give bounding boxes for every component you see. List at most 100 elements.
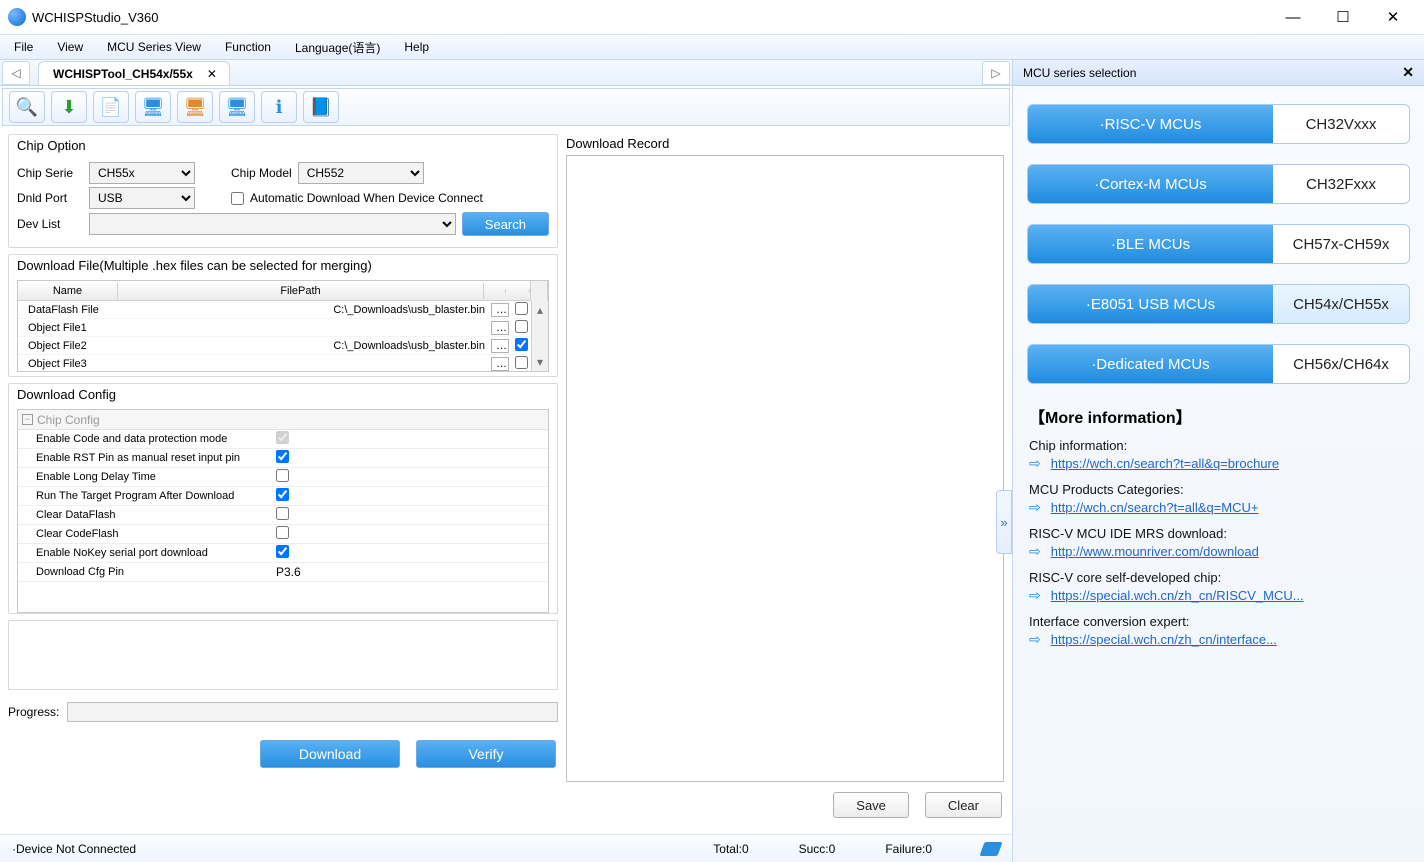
toolbar-download-icon[interactable]: ⬇ bbox=[51, 91, 87, 123]
menu-language[interactable]: Language(语言) bbox=[285, 37, 390, 58]
collapse-icon[interactable]: − bbox=[22, 414, 33, 425]
config-table: − Chip Config Enable Code and data prote… bbox=[17, 409, 549, 613]
file-row-path bbox=[118, 363, 489, 365]
mcu-panel-close-icon[interactable]: ✕ bbox=[1402, 64, 1414, 81]
chip-serie-select[interactable]: CH55x bbox=[89, 162, 195, 184]
config-label: Clear DataFlash bbox=[36, 509, 276, 521]
toolbar-verify-icon[interactable]: 📄 bbox=[93, 91, 129, 123]
link-arrow-icon: ⇨ bbox=[1029, 631, 1041, 648]
download-record-box bbox=[566, 155, 1004, 782]
info-link[interactable]: https://wch.cn/search?t=all&q=brochure bbox=[1051, 456, 1279, 471]
config-checkbox[interactable] bbox=[276, 526, 289, 539]
save-button[interactable]: Save bbox=[833, 792, 909, 818]
file-scrollbar[interactable]: ▴▾ bbox=[531, 301, 548, 371]
mcu-panel-title: MCU series selection bbox=[1023, 66, 1136, 80]
file-row-checkbox[interactable] bbox=[515, 320, 528, 333]
chip-model-label: Chip Model bbox=[231, 166, 292, 180]
toolbar-info-icon[interactable]: ℹ bbox=[261, 91, 297, 123]
dnld-port-select[interactable]: USB bbox=[89, 187, 195, 209]
info-link-block: MCU Products Categories: ⇨ http://wch.cn… bbox=[1029, 482, 1408, 516]
file-browse-button[interactable]: … bbox=[491, 357, 509, 371]
toolbar-book-icon[interactable]: 📘 bbox=[303, 91, 339, 123]
file-row[interactable]: Object File3 … bbox=[18, 355, 548, 372]
tab-next-button[interactable]: ▷ bbox=[982, 61, 1010, 85]
info-link-block: Interface conversion expert: ⇨ https://s… bbox=[1029, 614, 1408, 648]
toolbar-import-icon[interactable]: 🖥 bbox=[219, 91, 255, 123]
info-link-block: RISC-V core self-developed chip: ⇨ https… bbox=[1029, 570, 1408, 604]
menu-help[interactable]: Help bbox=[394, 38, 439, 56]
config-checkbox[interactable] bbox=[276, 488, 289, 501]
mcu-series-item[interactable]: ·Dedicated MCUsCH56x/CH64x bbox=[1027, 344, 1410, 384]
config-row: Enable NoKey serial port download bbox=[18, 544, 548, 563]
file-row-path bbox=[118, 327, 489, 329]
config-checkbox[interactable] bbox=[276, 545, 289, 558]
progress-label: Progress: bbox=[8, 705, 59, 719]
mcu-series-item[interactable]: ·Cortex-M MCUsCH32Fxxx bbox=[1027, 164, 1410, 204]
file-browse-button[interactable]: … bbox=[491, 339, 509, 353]
chip-model-select[interactable]: CH552 bbox=[298, 162, 424, 184]
link-arrow-icon: ⇨ bbox=[1029, 499, 1041, 516]
status-total: Total:0 bbox=[713, 842, 748, 856]
status-succ: Succ:0 bbox=[799, 842, 836, 856]
config-row: Enable Code and data protection mode bbox=[18, 430, 548, 449]
toolbar-search-icon[interactable]: 🔍 bbox=[9, 91, 45, 123]
link-arrow-icon: ⇨ bbox=[1029, 455, 1041, 472]
info-link[interactable]: http://wch.cn/search?t=all&q=MCU+ bbox=[1051, 500, 1259, 515]
info-link[interactable]: http://www.mounriver.com/download bbox=[1051, 544, 1259, 559]
mcu-series-item[interactable]: ·RISC-V MCUsCH32Vxxx bbox=[1027, 104, 1410, 144]
app-icon bbox=[8, 8, 26, 26]
config-label: Download Cfg Pin bbox=[36, 566, 276, 578]
menu-function[interactable]: Function bbox=[215, 38, 281, 56]
file-row-checkbox[interactable] bbox=[515, 302, 528, 315]
tab-close-icon[interactable]: ✕ bbox=[203, 67, 221, 81]
config-label: Run The Target Program After Download bbox=[36, 490, 276, 502]
config-label: Clear CodeFlash bbox=[36, 528, 276, 540]
config-checkbox[interactable] bbox=[276, 450, 289, 463]
toolbar-export-icon[interactable]: 🖥 bbox=[177, 91, 213, 123]
auto-download-checkbox[interactable] bbox=[231, 192, 244, 205]
file-row[interactable]: Object File1 … bbox=[18, 319, 548, 337]
info-link[interactable]: https://special.wch.cn/zh_cn/interface..… bbox=[1051, 632, 1277, 647]
search-button[interactable]: Search bbox=[462, 212, 549, 236]
config-value: P3.6 bbox=[276, 565, 306, 579]
config-label: Enable NoKey serial port download bbox=[36, 547, 276, 559]
config-group-header[interactable]: − Chip Config bbox=[18, 410, 548, 430]
config-checkbox[interactable] bbox=[276, 431, 289, 444]
link-arrow-icon: ⇨ bbox=[1029, 543, 1041, 560]
config-row: Clear CodeFlash bbox=[18, 525, 548, 544]
config-checkbox[interactable] bbox=[276, 507, 289, 520]
file-row-checkbox[interactable] bbox=[515, 356, 528, 369]
eraser-icon[interactable] bbox=[979, 842, 1002, 856]
file-row-name: Object File3 bbox=[18, 357, 118, 371]
file-row-path: C:\_Downloads\usb_blaster.bin bbox=[118, 339, 489, 353]
dev-list-select[interactable] bbox=[89, 213, 456, 235]
close-button[interactable]: ✕ bbox=[1370, 2, 1416, 32]
toolbar-refresh-icon[interactable]: 🖥 bbox=[135, 91, 171, 123]
file-row[interactable]: DataFlash File C:\_Downloads\usb_blaster… bbox=[18, 301, 548, 319]
mcu-series-item[interactable]: ·BLE MCUsCH57x-CH59x bbox=[1027, 224, 1410, 264]
menu-view[interactable]: View bbox=[47, 38, 93, 56]
download-button[interactable]: Download bbox=[260, 740, 400, 768]
config-row: Enable RST Pin as manual reset input pin bbox=[18, 449, 548, 468]
verify-button[interactable]: Verify bbox=[416, 740, 556, 768]
info-link[interactable]: https://special.wch.cn/zh_cn/RISCV_MCU..… bbox=[1051, 588, 1304, 603]
maximize-button[interactable]: ☐ bbox=[1320, 2, 1366, 32]
clear-button[interactable]: Clear bbox=[925, 792, 1002, 818]
mcu-selection-panel: » MCU series selection ✕ ·RISC-V MCUsCH3… bbox=[1012, 60, 1424, 862]
menu-mcu-series-view[interactable]: MCU Series View bbox=[97, 38, 211, 56]
mcu-series-item[interactable]: ·E8051 USB MCUsCH54x/CH55x bbox=[1027, 284, 1410, 324]
file-row[interactable]: Object File2 C:\_Downloads\usb_blaster.b… bbox=[18, 337, 548, 355]
file-browse-button[interactable]: … bbox=[491, 321, 509, 335]
dnld-port-label: Dnld Port bbox=[17, 191, 83, 205]
tab-active[interactable]: WCHISPTool_CH54x/55x ✕ bbox=[38, 61, 230, 85]
tab-prev-button[interactable]: ◁ bbox=[2, 61, 30, 85]
config-checkbox[interactable] bbox=[276, 469, 289, 482]
link-arrow-icon: ⇨ bbox=[1029, 587, 1041, 604]
mcu-series-name: ·BLE MCUs bbox=[1028, 225, 1273, 263]
mcu-series-chips: CH32Fxxx bbox=[1273, 165, 1409, 203]
minimize-button[interactable]: ― bbox=[1270, 2, 1316, 32]
panel-collapse-button[interactable]: » bbox=[996, 490, 1012, 554]
menu-file[interactable]: File bbox=[4, 38, 43, 56]
file-browse-button[interactable]: … bbox=[491, 303, 509, 317]
file-row-checkbox[interactable] bbox=[515, 338, 528, 351]
